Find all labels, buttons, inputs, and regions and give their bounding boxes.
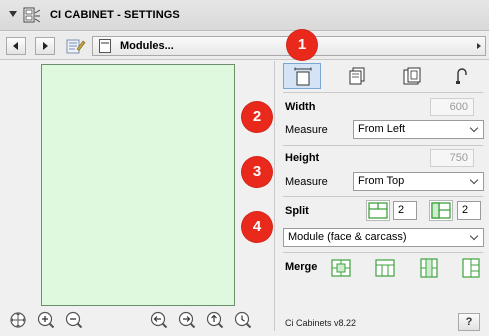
- callout-badge-4: 4: [242, 212, 272, 242]
- width-measure-select[interactable]: From Left: [353, 120, 484, 139]
- height-measure-select[interactable]: From Top: [353, 172, 484, 191]
- width-value-field: 600: [430, 98, 474, 116]
- split-vertical-icon: [431, 202, 451, 219]
- height-measure-value: From Top: [358, 175, 405, 187]
- zoom-out-icon[interactable]: [64, 310, 84, 330]
- width-title: Width: [285, 101, 316, 113]
- height-title: Height: [285, 152, 320, 164]
- tab-width[interactable]: [283, 63, 321, 89]
- settings-tabs: [283, 62, 483, 90]
- merge-title: Merge: [285, 261, 318, 273]
- popup-arrow-icon: [477, 43, 481, 49]
- preview-panel: [4, 60, 273, 331]
- split-title: Split: [285, 205, 309, 217]
- merge-vertical-icon[interactable]: [418, 257, 440, 279]
- split-vertical-button[interactable]: [429, 200, 453, 221]
- divider: [283, 92, 483, 93]
- chevron-down-icon: [469, 175, 479, 185]
- previous-button[interactable]: [6, 37, 26, 55]
- chevron-down-icon: [469, 231, 479, 241]
- tab-module[interactable]: [393, 63, 431, 89]
- callout-badge-3: 3: [242, 157, 272, 187]
- zoom-in-icon[interactable]: [36, 310, 56, 330]
- tab-front[interactable]: [338, 63, 376, 89]
- merge-horizontal-icon[interactable]: [330, 257, 352, 279]
- arrow-left-icon: [13, 42, 18, 50]
- height-value-field: 750: [430, 149, 474, 167]
- pan-left-icon[interactable]: [149, 310, 169, 330]
- zoom-fit-icon[interactable]: [8, 310, 28, 330]
- split-vertical-count[interactable]: 2: [457, 201, 481, 220]
- pan-up-icon[interactable]: [205, 310, 225, 330]
- title-bar: CI CABINET - SETTINGS: [0, 0, 489, 31]
- rotate-icon[interactable]: [233, 310, 253, 330]
- window-title: CI CABINET - SETTINGS: [50, 9, 180, 21]
- edit-list-icon[interactable]: [64, 37, 86, 55]
- front-tab-icon: [349, 67, 365, 85]
- split-horizontal-count[interactable]: 2: [393, 201, 417, 220]
- pan-right-icon[interactable]: [177, 310, 197, 330]
- handle-tab-icon: [456, 68, 467, 84]
- callout-badge-2: 2: [242, 102, 272, 132]
- split-horizontal-button[interactable]: [366, 200, 390, 221]
- panel-divider: [274, 61, 275, 331]
- module-tab-icon: [403, 67, 421, 85]
- width-measure-value: From Left: [358, 123, 406, 135]
- collapse-triangle-icon[interactable]: [9, 11, 17, 17]
- cabinet-app-icon: [23, 7, 41, 23]
- width-tab-icon: [294, 67, 312, 86]
- merge-top-icon[interactable]: [374, 257, 396, 279]
- version-label: Ci Cabinets v8.22: [285, 318, 357, 328]
- next-button[interactable]: [35, 37, 55, 55]
- toolbar: Modules...: [0, 32, 489, 60]
- split-mode-value: Module (face & carcass): [288, 231, 407, 243]
- help-button[interactable]: ?: [458, 313, 480, 331]
- divider: [283, 196, 483, 197]
- module-popup-label: Modules...: [120, 40, 174, 52]
- cabinet-preview[interactable]: [41, 64, 235, 306]
- height-measure-label: Measure: [285, 176, 328, 188]
- divider: [283, 252, 483, 253]
- merge-side-icon[interactable]: [460, 257, 482, 279]
- divider: [283, 145, 483, 146]
- page-icon: [99, 39, 111, 53]
- width-measure-label: Measure: [285, 124, 328, 136]
- split-mode-select[interactable]: Module (face & carcass): [283, 228, 484, 247]
- callout-badge-1: 1: [287, 30, 317, 60]
- chevron-down-icon: [469, 123, 479, 133]
- split-horizontal-icon: [368, 202, 388, 219]
- tab-handle[interactable]: [443, 63, 481, 89]
- arrow-right-icon: [43, 42, 48, 50]
